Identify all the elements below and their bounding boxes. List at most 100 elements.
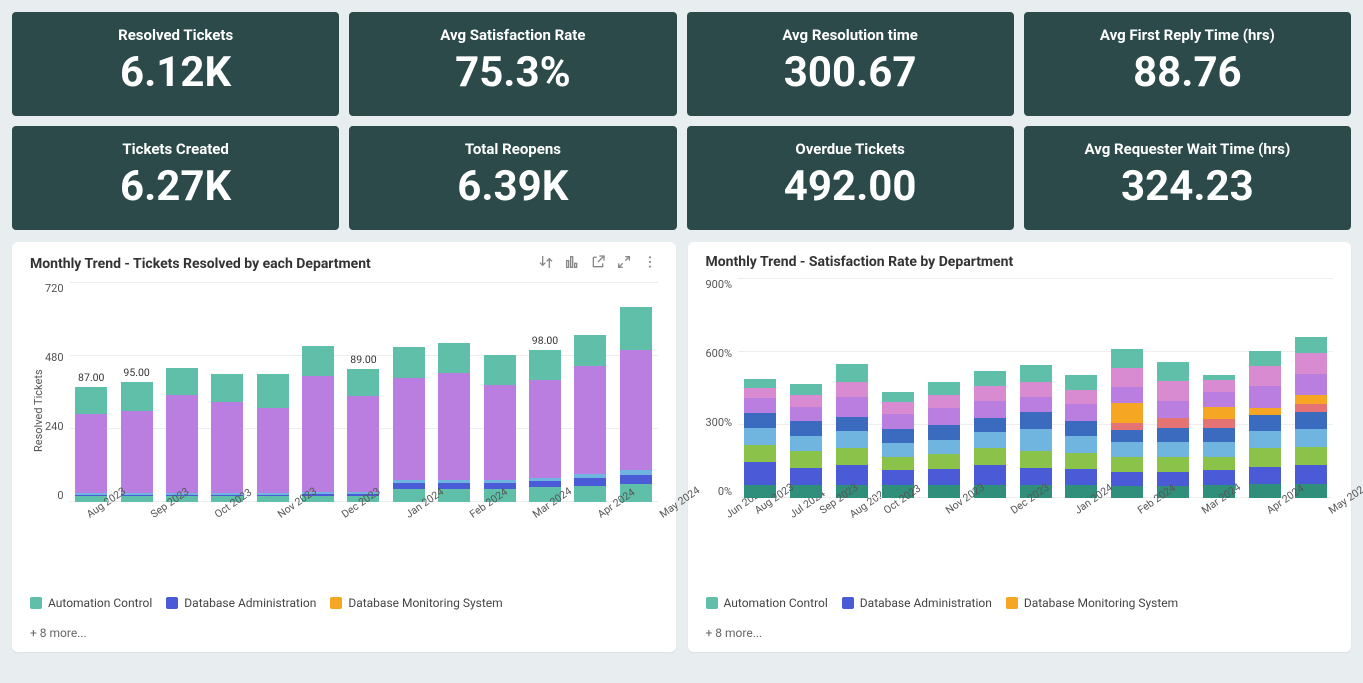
bar-column[interactable] <box>1249 351 1281 499</box>
bar-segment[interactable] <box>790 451 822 468</box>
bar-segment[interactable] <box>1157 401 1189 418</box>
bar-segment[interactable] <box>302 346 334 377</box>
bar-segment[interactable] <box>574 366 606 474</box>
kpi-avg-resolution-time[interactable]: Avg Resolution time 300.67 <box>687 12 1014 116</box>
bar-segment[interactable] <box>974 448 1006 465</box>
bar-segment[interactable] <box>1295 374 1327 395</box>
bar-segment[interactable] <box>882 402 914 414</box>
bar-segment[interactable] <box>1249 366 1281 386</box>
bar-segment[interactable] <box>744 388 776 398</box>
bar-segment[interactable] <box>790 407 822 422</box>
bar-column[interactable] <box>574 335 606 502</box>
bar-column[interactable] <box>1295 337 1327 498</box>
bar-column[interactable] <box>211 374 243 502</box>
bar-segment[interactable] <box>1065 453 1097 469</box>
bar-segment[interactable] <box>1020 429 1052 451</box>
bar-segment[interactable] <box>1065 375 1097 390</box>
bar-segment[interactable] <box>1295 353 1327 374</box>
kpi-avg-satisfaction-rate[interactable]: Avg Satisfaction Rate 75.3% <box>349 12 676 116</box>
bar-segment[interactable] <box>1111 403 1143 423</box>
bar-segment[interactable] <box>1203 419 1235 428</box>
bar-column[interactable] <box>1020 365 1052 498</box>
bar-segment[interactable] <box>1249 386 1281 408</box>
bar-segment[interactable] <box>166 395 198 493</box>
bar-segment[interactable] <box>1111 486 1143 498</box>
bar-segment[interactable] <box>928 454 960 469</box>
bar-segment[interactable] <box>1111 472 1143 487</box>
bar-segment[interactable] <box>836 397 868 417</box>
kpi-total-reopens[interactable]: Total Reopens 6.39K <box>349 126 676 230</box>
bar-segment[interactable] <box>257 496 289 502</box>
bar-segment[interactable] <box>1020 451 1052 468</box>
bar-column[interactable] <box>484 355 516 503</box>
bar-segment[interactable] <box>1295 404 1327 411</box>
bar-segment[interactable] <box>257 374 289 408</box>
open-external-icon[interactable] <box>590 254 606 274</box>
bar-segment[interactable] <box>347 396 379 492</box>
bar-segment[interactable] <box>1249 415 1281 431</box>
bar-column[interactable] <box>836 364 868 498</box>
bar-segment[interactable] <box>790 436 822 451</box>
bar-segment[interactable] <box>257 408 289 494</box>
kpi-avg-first-reply-time[interactable]: Avg First Reply Time (hrs) 88.76 <box>1024 12 1351 116</box>
bar-segment[interactable] <box>1111 423 1143 430</box>
kpi-tickets-created[interactable]: Tickets Created 6.27K <box>12 126 339 230</box>
bar-segment[interactable] <box>1111 368 1143 388</box>
bar-segment[interactable] <box>1020 468 1052 485</box>
bar-column[interactable]: 87.00 <box>75 387 107 502</box>
bar-segment[interactable] <box>1157 428 1189 443</box>
bar-column[interactable] <box>974 371 1006 498</box>
bar-segment[interactable] <box>928 469 960 485</box>
bar-segment[interactable] <box>974 432 1006 448</box>
bar-column[interactable] <box>882 392 914 498</box>
bar-segment[interactable] <box>836 364 868 382</box>
bar-column[interactable] <box>257 374 289 502</box>
bar-segment[interactable] <box>1157 362 1189 382</box>
bar-segment[interactable] <box>1111 387 1143 403</box>
bar-segment[interactable] <box>974 386 1006 401</box>
bar-column[interactable] <box>1203 375 1235 498</box>
bar-column[interactable] <box>790 384 822 499</box>
bar-segment[interactable] <box>836 448 868 465</box>
legend-more[interactable]: + 8 more... <box>706 626 1334 640</box>
chart-type-icon[interactable] <box>564 254 580 274</box>
bar-segment[interactable] <box>1157 381 1189 401</box>
bar-column[interactable]: 95.00 <box>121 382 153 503</box>
bar-segment[interactable] <box>1020 365 1052 382</box>
bar-column[interactable]: 89.00 <box>347 369 379 503</box>
bar-segment[interactable] <box>790 384 822 395</box>
bar-segment[interactable] <box>928 408 960 425</box>
bar-column[interactable] <box>438 343 470 503</box>
bar-segment[interactable] <box>1111 457 1143 472</box>
bar-segment[interactable] <box>1295 395 1327 405</box>
bar-segment[interactable] <box>882 392 914 402</box>
bar-segment[interactable] <box>529 380 561 478</box>
bar-segment[interactable] <box>620 350 652 471</box>
legend-item[interactable]: Database Monitoring System <box>330 596 502 610</box>
bar-segment[interactable] <box>393 347 425 378</box>
bar-segment[interactable] <box>1249 467 1281 484</box>
bar-column[interactable] <box>744 379 776 499</box>
bar-segment[interactable] <box>790 421 822 436</box>
bar-segment[interactable] <box>928 440 960 455</box>
bar-segment[interactable] <box>75 414 107 493</box>
bar-segment[interactable] <box>1111 430 1143 442</box>
bar-segment[interactable] <box>347 369 379 396</box>
bar-segment[interactable] <box>1203 457 1235 470</box>
bar-column[interactable] <box>1111 349 1143 498</box>
bar-segment[interactable] <box>928 382 960 394</box>
bar-segment[interactable] <box>744 413 776 428</box>
bar-segment[interactable] <box>1295 429 1327 447</box>
more-icon[interactable] <box>642 254 658 274</box>
bar-segment[interactable] <box>574 478 606 486</box>
bar-segment[interactable] <box>1249 351 1281 367</box>
sort-icon[interactable] <box>538 254 554 274</box>
legend-item[interactable]: Database Monitoring System <box>1006 596 1178 610</box>
bar-segment[interactable] <box>1203 428 1235 443</box>
bar-segment[interactable] <box>1020 412 1052 429</box>
bar-segment[interactable] <box>211 402 243 494</box>
legend-more[interactable]: + 8 more... <box>30 626 658 640</box>
bar-segment[interactable] <box>211 374 243 402</box>
bar-segment[interactable] <box>393 378 425 480</box>
bar-segment[interactable] <box>882 443 914 456</box>
